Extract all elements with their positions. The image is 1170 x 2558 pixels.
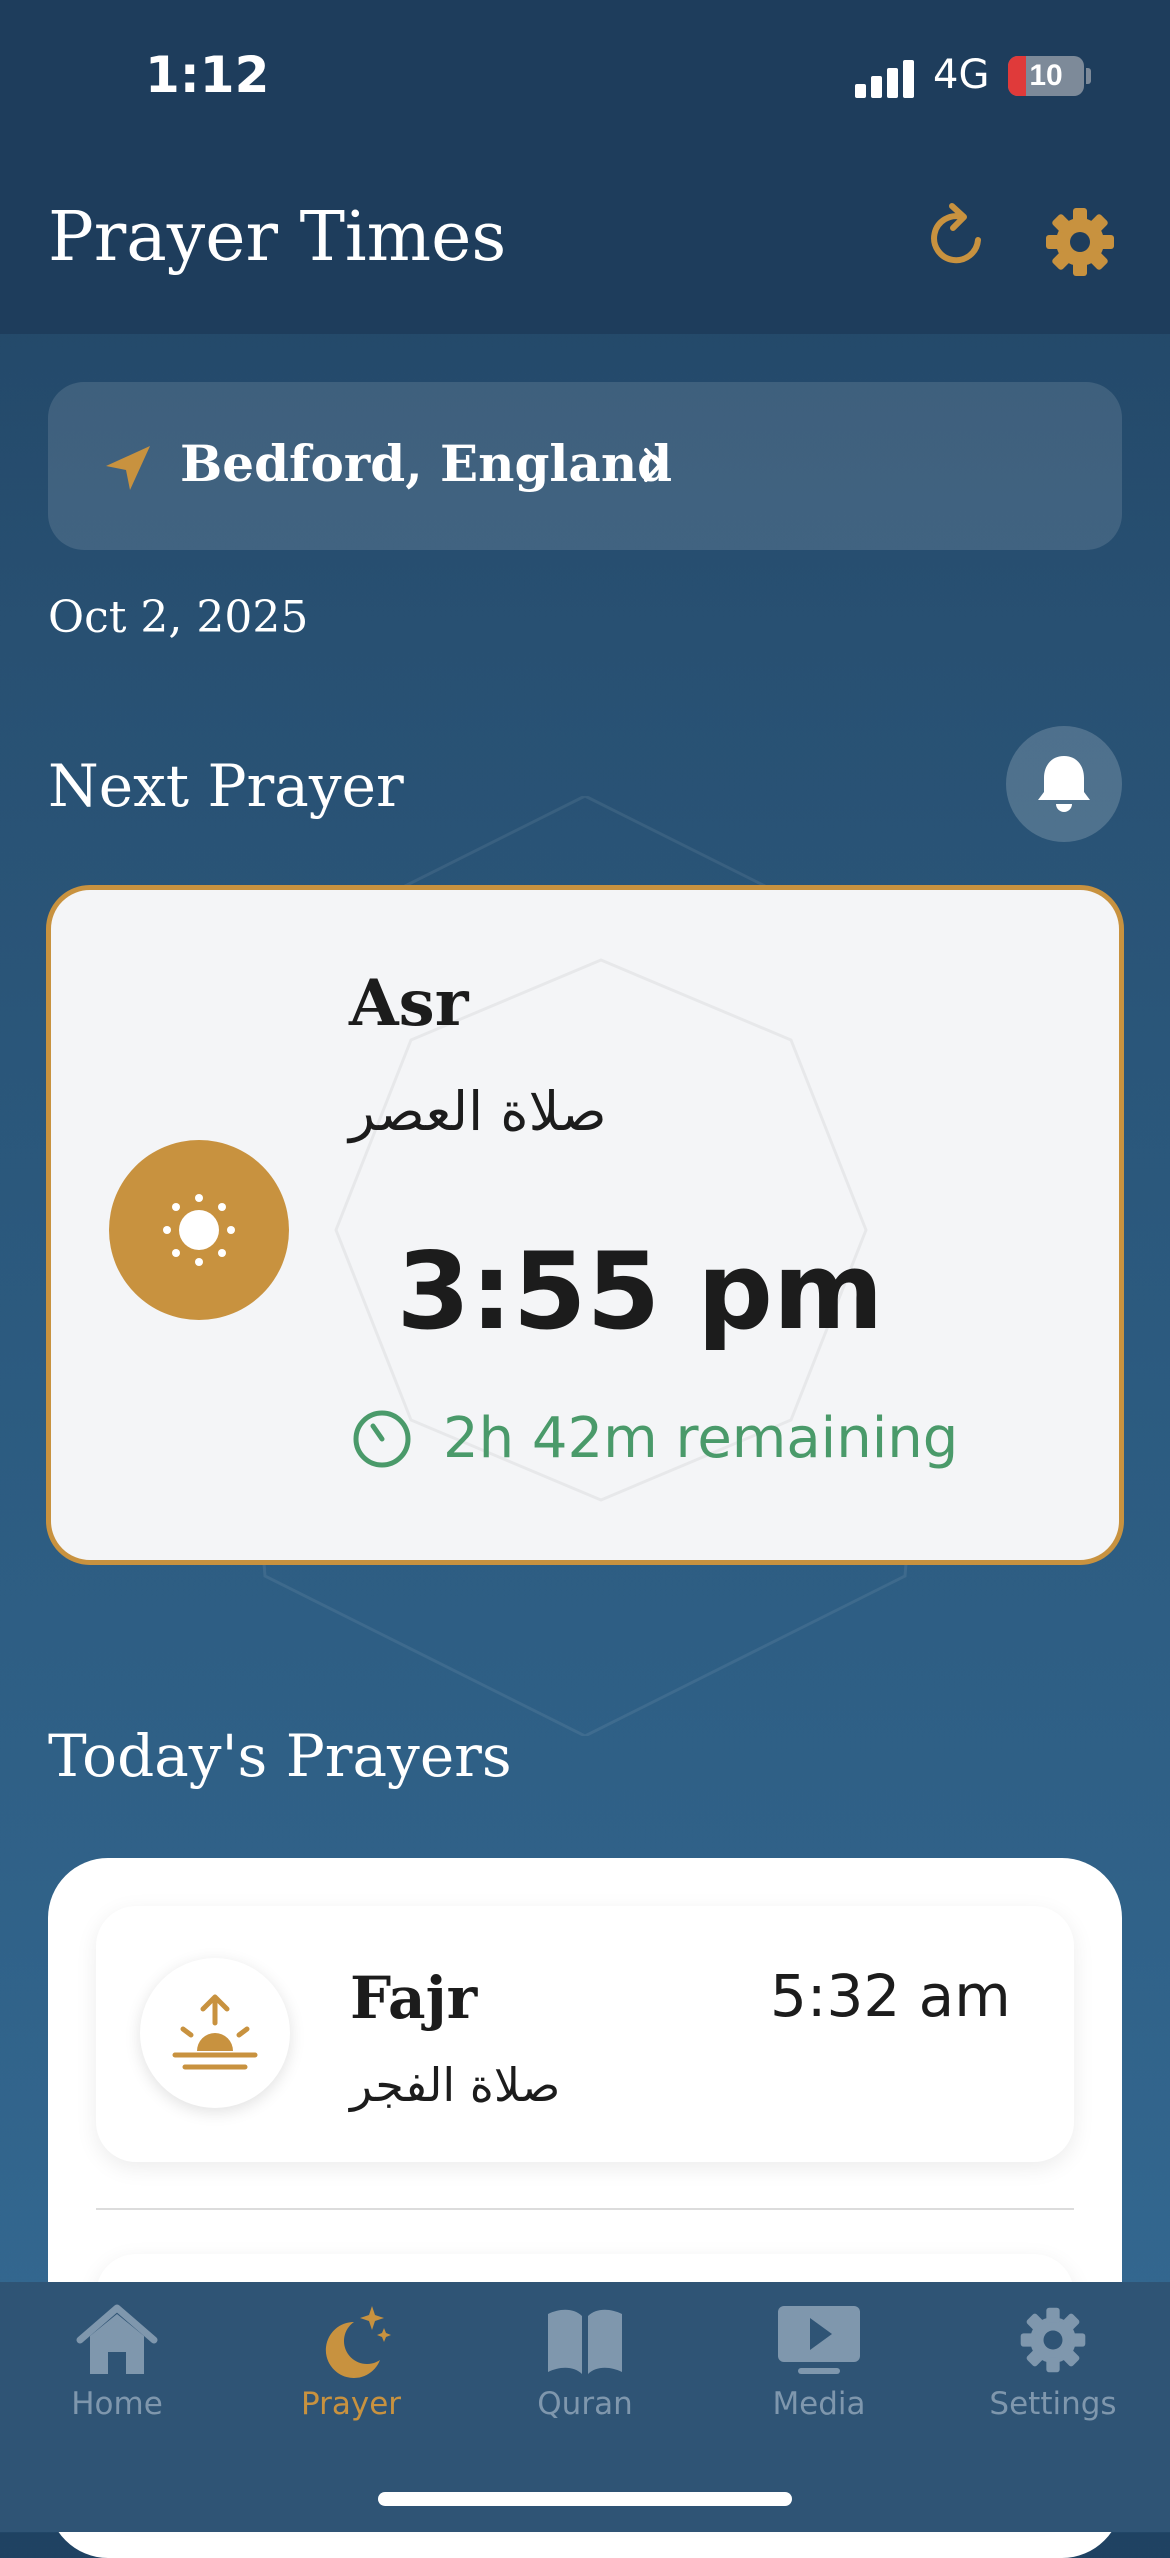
location-arrow-icon bbox=[106, 446, 150, 490]
prayer-arabic: صلاة الفجر bbox=[350, 2058, 561, 2112]
settings-gear-icon[interactable] bbox=[1040, 202, 1120, 282]
time-remaining: 2h 42m remaining bbox=[443, 1406, 959, 1471]
location-name: Bedford, England bbox=[180, 434, 673, 493]
prayer-row-fajr[interactable]: Fajr صلاة الفجر 5:32 am bbox=[96, 1906, 1074, 2162]
todays-prayers-heading: Today's Prayers bbox=[48, 1722, 512, 1790]
next-prayer-arabic: صلاة العصر bbox=[349, 1080, 607, 1143]
battery-icon: 10 bbox=[1008, 56, 1084, 96]
timer-icon bbox=[353, 1410, 411, 1468]
current-date: Oct 2, 2025 bbox=[48, 592, 309, 643]
moon-star-icon bbox=[325, 2306, 391, 2378]
battery-level: 10 bbox=[1029, 59, 1063, 92]
next-prayer-time: 3:55 pm bbox=[396, 1230, 884, 1353]
location-selector[interactable]: Bedford, England bbox=[48, 382, 1122, 550]
tab-media[interactable]: Media bbox=[702, 2302, 936, 2422]
tab-home[interactable]: Home bbox=[0, 2302, 234, 2422]
tab-settings[interactable]: Settings bbox=[936, 2302, 1170, 2422]
tab-label-settings: Settings bbox=[989, 2386, 1117, 2422]
tab-quran[interactable]: Quran bbox=[468, 2302, 702, 2422]
bell-icon bbox=[1038, 756, 1090, 812]
tab-prayer[interactable]: Prayer bbox=[234, 2302, 468, 2422]
prayer-name: Fajr bbox=[350, 1964, 478, 2032]
network-label: 4G bbox=[933, 52, 990, 98]
next-prayer-heading: Next Prayer bbox=[48, 752, 404, 820]
next-prayer-card[interactable]: Asr صلاة العصر 3:55 pm 2h 42m remaining bbox=[46, 885, 1124, 1565]
tab-label-media: Media bbox=[772, 2386, 866, 2422]
page-title: Prayer Times bbox=[48, 198, 507, 277]
notification-button[interactable] bbox=[1006, 726, 1122, 842]
prayer-time: 5:32 am bbox=[770, 1962, 1011, 2030]
tab-label-prayer: Prayer bbox=[300, 2386, 402, 2422]
next-prayer-name: Asr bbox=[349, 966, 469, 1041]
chevron-right-icon bbox=[644, 448, 662, 482]
battery-tip bbox=[1086, 68, 1091, 84]
home-icon bbox=[76, 2304, 158, 2374]
sunrise-icon-circle bbox=[140, 1958, 290, 2108]
book-icon bbox=[548, 2309, 622, 2374]
sunrise-icon bbox=[172, 1994, 258, 2070]
tab-label-quran: Quran bbox=[537, 2386, 633, 2422]
gear-icon bbox=[1020, 2307, 1086, 2373]
refresh-icon[interactable] bbox=[922, 200, 994, 276]
signal-icon bbox=[855, 58, 915, 98]
tab-label-home: Home bbox=[71, 2386, 163, 2422]
play-icon bbox=[778, 2306, 860, 2374]
divider bbox=[96, 2208, 1074, 2210]
home-indicator[interactable] bbox=[378, 2492, 792, 2506]
status-time: 1:12 bbox=[145, 46, 270, 104]
